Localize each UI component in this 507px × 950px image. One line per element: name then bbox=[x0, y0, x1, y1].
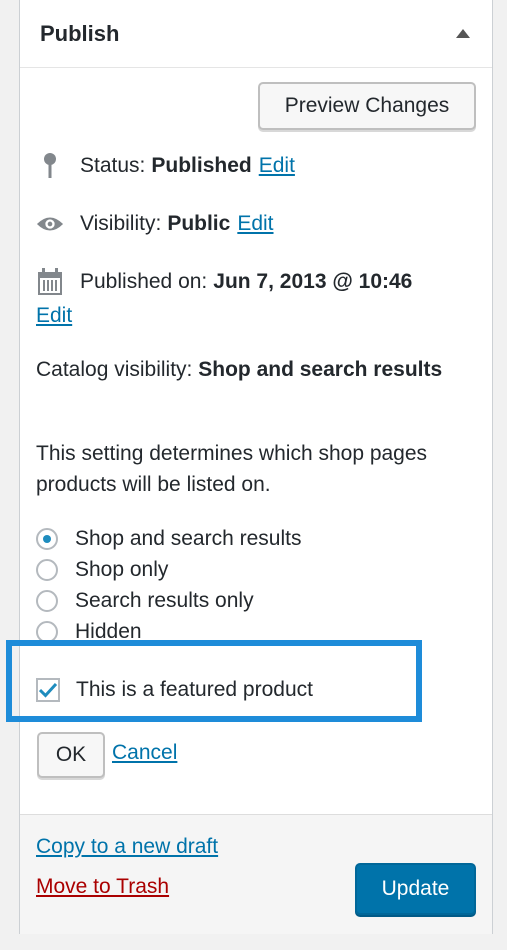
cancel-link[interactable]: Cancel bbox=[112, 741, 177, 765]
radio-button[interactable] bbox=[36, 527, 58, 550]
copy-to-draft-link[interactable]: Copy to a new draft bbox=[36, 835, 218, 859]
update-button[interactable]: Update bbox=[355, 863, 476, 915]
visibility-value: Public bbox=[167, 212, 231, 235]
option-hidden[interactable]: Hidden bbox=[36, 616, 301, 647]
option-search-only[interactable]: Search results only bbox=[36, 585, 301, 616]
catalog-visibility: Catalog visibility: Shop and search resu… bbox=[36, 354, 456, 385]
published-on-label: Published on: bbox=[80, 270, 208, 293]
published-on-value: Jun 7, 2013 @ 10:46 bbox=[213, 270, 413, 293]
catalog-label: Catalog visibility: bbox=[36, 358, 193, 381]
option-shop-only[interactable]: Shop only bbox=[36, 554, 301, 585]
publish-actions: Copy to a new draft Move to Trash Update bbox=[20, 814, 492, 934]
publish-body: Preview Changes Status: Published Edit V… bbox=[20, 68, 492, 813]
featured-checkbox[interactable] bbox=[36, 678, 60, 702]
option-label: Hidden bbox=[75, 619, 142, 643]
status-label: Status: bbox=[80, 154, 146, 177]
radio-button[interactable] bbox=[36, 620, 58, 643]
calendar-icon bbox=[36, 268, 64, 296]
ok-button[interactable]: OK bbox=[37, 732, 105, 778]
published-on-row: Published on: Jun 7, 2013 @ 10:46 bbox=[36, 268, 419, 296]
edit-visibility-link[interactable]: Edit bbox=[237, 212, 273, 236]
option-label: Shop and search results bbox=[75, 526, 302, 550]
radio-button[interactable] bbox=[36, 558, 58, 581]
featured-product-row[interactable]: This is a featured product bbox=[36, 678, 313, 702]
panel-title: Publish bbox=[40, 20, 120, 46]
status-row: Status: Published Edit bbox=[36, 152, 295, 180]
edit-status-link[interactable]: Edit bbox=[259, 154, 295, 178]
publish-header[interactable]: Publish bbox=[20, 0, 492, 68]
option-label: Search results only bbox=[75, 588, 254, 612]
eye-icon bbox=[36, 210, 64, 238]
catalog-value: Shop and search results bbox=[198, 358, 443, 381]
triangle-up-icon[interactable] bbox=[456, 29, 470, 38]
catalog-options: Shop and search results Shop only Search… bbox=[36, 523, 301, 647]
visibility-row: Visibility: Public Edit bbox=[36, 210, 274, 238]
visibility-label: Visibility: bbox=[80, 212, 162, 235]
option-label: Shop only bbox=[75, 557, 169, 581]
radio-button[interactable] bbox=[36, 589, 58, 612]
catalog-description: This setting determines which shop pages… bbox=[36, 442, 428, 496]
publish-box: Publish Preview Changes Status: Publishe… bbox=[19, 0, 493, 934]
preview-changes-button[interactable]: Preview Changes bbox=[258, 82, 476, 130]
featured-label: This is a featured product bbox=[76, 678, 313, 701]
pin-icon bbox=[36, 152, 64, 180]
edit-date-link[interactable]: Edit bbox=[36, 304, 72, 328]
checkmark-icon bbox=[39, 682, 57, 698]
move-to-trash-link[interactable]: Move to Trash bbox=[36, 875, 169, 899]
status-value: Published bbox=[151, 154, 252, 177]
option-shop-and-search[interactable]: Shop and search results bbox=[36, 523, 301, 554]
